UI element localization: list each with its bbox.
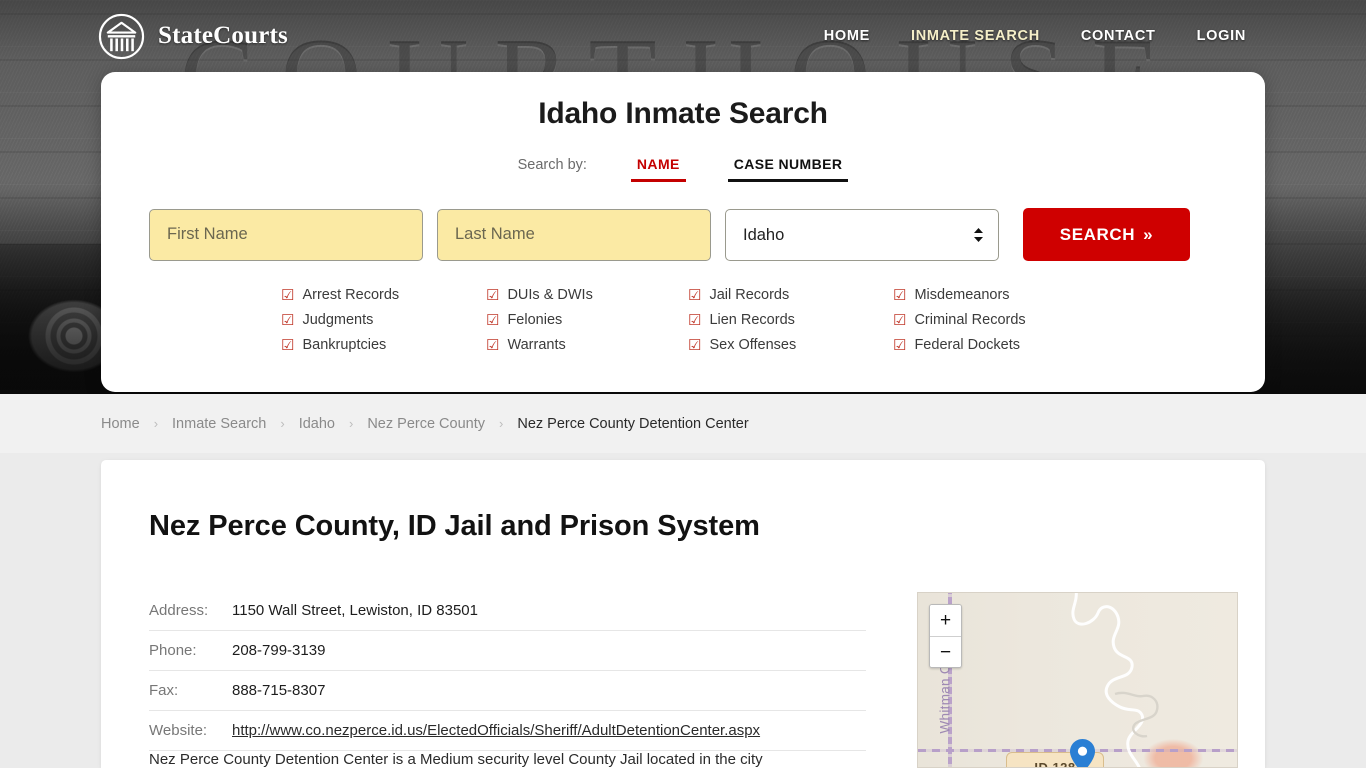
category-item[interactable]: ☑ Bankruptcies xyxy=(281,337,486,353)
category-item[interactable]: ☑ DUIs & DWIs xyxy=(486,287,688,303)
search-card-title: Idaho Inmate Search xyxy=(538,97,828,130)
state-select[interactable]: Idaho xyxy=(725,208,999,261)
nav-item-inmate-search[interactable]: INMATE SEARCH xyxy=(911,28,1040,44)
checkbox-checked-icon: ☑ xyxy=(688,311,702,329)
field-label-fax: Fax: xyxy=(149,670,232,711)
category-label: Warrants xyxy=(507,337,566,353)
category-label: Arrest Records xyxy=(302,287,400,303)
category-label: Misdemeanors xyxy=(914,287,1010,303)
page-title: Nez Perce County, ID Jail and Prison Sys… xyxy=(149,510,760,542)
map-zoom-out-button[interactable]: − xyxy=(930,636,961,667)
chevron-right-icon: › xyxy=(153,416,159,431)
category-label: Federal Dockets xyxy=(914,337,1021,353)
map-road-path xyxy=(1114,691,1159,738)
category-label: Felonies xyxy=(507,312,563,328)
breadcrumb-item-idaho[interactable]: Idaho xyxy=(299,416,335,432)
checkbox-checked-icon: ☑ xyxy=(281,286,295,304)
search-by-row: Search by: NAME CASE NUMBER xyxy=(101,155,1265,182)
field-value-fax: 888-715-8307 xyxy=(232,670,866,711)
search-form: Idaho SEARCH » xyxy=(101,208,1265,261)
top-bar: StateCourts HOME INMATE SEARCH CONTACT L… xyxy=(0,0,1366,72)
facility-description: Nez Perce County Detention Center is a M… xyxy=(149,751,763,768)
table-row: Fax: 888-715-8307 xyxy=(149,670,866,711)
checkbox-checked-icon: ☑ xyxy=(688,286,702,304)
tab-search-by-case-number[interactable]: CASE NUMBER xyxy=(727,155,849,182)
checkbox-checked-icon: ☑ xyxy=(281,336,295,354)
category-label: Sex Offenses xyxy=(709,337,797,353)
checkbox-checked-icon: ☑ xyxy=(486,286,500,304)
map-zoom-controls: + − xyxy=(929,604,962,668)
breadcrumb-item-home[interactable]: Home xyxy=(101,416,140,432)
category-label: Bankruptcies xyxy=(302,337,387,353)
search-by-label: Search by: xyxy=(517,157,587,173)
category-item[interactable]: ☑ Misdemeanors xyxy=(893,287,1093,303)
checkbox-checked-icon: ☑ xyxy=(281,311,295,329)
category-item[interactable]: ☑ Felonies xyxy=(486,312,688,328)
category-item[interactable]: ☑ Judgments xyxy=(281,312,486,328)
table-row: Address: 1150 Wall Street, Lewiston, ID … xyxy=(149,591,866,631)
table-row: Phone: 208-799-3139 xyxy=(149,630,866,671)
chevron-right-icon: › xyxy=(280,416,285,431)
brand-name: StateCourts xyxy=(158,22,288,49)
search-button[interactable]: SEARCH » xyxy=(1023,208,1190,261)
category-item[interactable]: ☑ Federal Dockets xyxy=(893,337,1093,353)
map-pin-icon[interactable] xyxy=(1070,739,1095,767)
facility-website-link[interactable]: http://www.co.nezperce.id.us/ElectedOffi… xyxy=(232,722,760,739)
checkbox-checked-icon: ☑ xyxy=(893,336,907,354)
checkbox-checked-icon: ☑ xyxy=(486,311,500,329)
field-label-website: Website: xyxy=(149,710,232,751)
first-name-input[interactable] xyxy=(149,208,423,261)
record-categories-list: ☑ Arrest Records ☑ DUIs & DWIs ☑ Jail Recor… xyxy=(101,287,1265,353)
field-value-phone: 208-799-3139 xyxy=(232,630,866,671)
category-item[interactable]: ☑ Lien Records xyxy=(688,312,893,328)
table-row: Website: http://www.co.nezperce.id.us/El… xyxy=(149,710,866,751)
breadcrumb-bar: Home › Inmate Search › Idaho › Nez Perce… xyxy=(0,394,1366,453)
inmate-search-card: Idaho Inmate Search Search by: NAME CASE… xyxy=(101,72,1265,392)
double-chevron-right-icon: » xyxy=(1143,224,1154,244)
category-item[interactable]: ☑ Sex Offenses xyxy=(688,337,893,353)
hero-section: COURTHOUSE StateCourts HOME INMAT xyxy=(0,0,1366,394)
nav-item-home[interactable]: HOME xyxy=(824,28,870,44)
location-map[interactable]: Whitman County ID 128 + − xyxy=(917,592,1238,768)
facility-detail-card: Nez Perce County, ID Jail and Prison Sys… xyxy=(101,460,1265,768)
search-button-label: SEARCH xyxy=(1059,224,1136,244)
category-label: Jail Records xyxy=(709,287,790,303)
breadcrumb-item-current: Nez Perce County Detention Center xyxy=(517,415,749,432)
nav-item-login[interactable]: LOGIN xyxy=(1197,28,1246,44)
field-value-website: http://www.co.nezperce.id.us/ElectedOffi… xyxy=(232,710,866,751)
state-select-wrap: Idaho xyxy=(725,208,999,261)
breadcrumb-item-inmate-search[interactable]: Inmate Search xyxy=(172,416,266,432)
brand-logo-link[interactable]: StateCourts xyxy=(98,13,288,60)
facility-details-table: Address: 1150 Wall Street, Lewiston, ID … xyxy=(149,591,866,751)
checkbox-checked-icon: ☑ xyxy=(688,336,702,354)
breadcrumb-item-nez-perce-county[interactable]: Nez Perce County xyxy=(367,416,485,432)
category-label: Lien Records xyxy=(709,312,795,328)
field-label-phone: Phone: xyxy=(149,630,232,671)
checkbox-checked-icon: ☑ xyxy=(486,336,500,354)
breadcrumb: Home › Inmate Search › Idaho › Nez Perce… xyxy=(101,416,749,432)
category-item[interactable]: ☑ Jail Records xyxy=(688,287,893,303)
map-zoom-in-button[interactable]: + xyxy=(930,605,961,636)
tab-search-by-name[interactable]: NAME xyxy=(630,155,686,182)
category-item[interactable]: ☑ Criminal Records xyxy=(893,312,1093,328)
last-name-input[interactable] xyxy=(437,208,711,261)
main-navigation: HOME INMATE SEARCH CONTACT LOGIN xyxy=(824,28,1246,44)
field-label-address: Address: xyxy=(149,591,232,631)
checkbox-checked-icon: ☑ xyxy=(893,311,907,329)
nav-item-contact[interactable]: CONTACT xyxy=(1081,28,1156,44)
category-item[interactable]: ☑ Warrants xyxy=(486,337,688,353)
checkbox-checked-icon: ☑ xyxy=(893,286,907,304)
category-label: Judgments xyxy=(302,312,374,328)
field-value-address: 1150 Wall Street, Lewiston, ID 83501 xyxy=(232,591,866,631)
chevron-right-icon: › xyxy=(499,416,504,431)
chevron-right-icon: › xyxy=(348,416,354,431)
category-label: DUIs & DWIs xyxy=(507,287,593,303)
courthouse-circle-icon xyxy=(98,13,145,60)
category-item[interactable]: ☑ Arrest Records xyxy=(281,287,486,303)
category-label: Criminal Records xyxy=(914,312,1026,328)
